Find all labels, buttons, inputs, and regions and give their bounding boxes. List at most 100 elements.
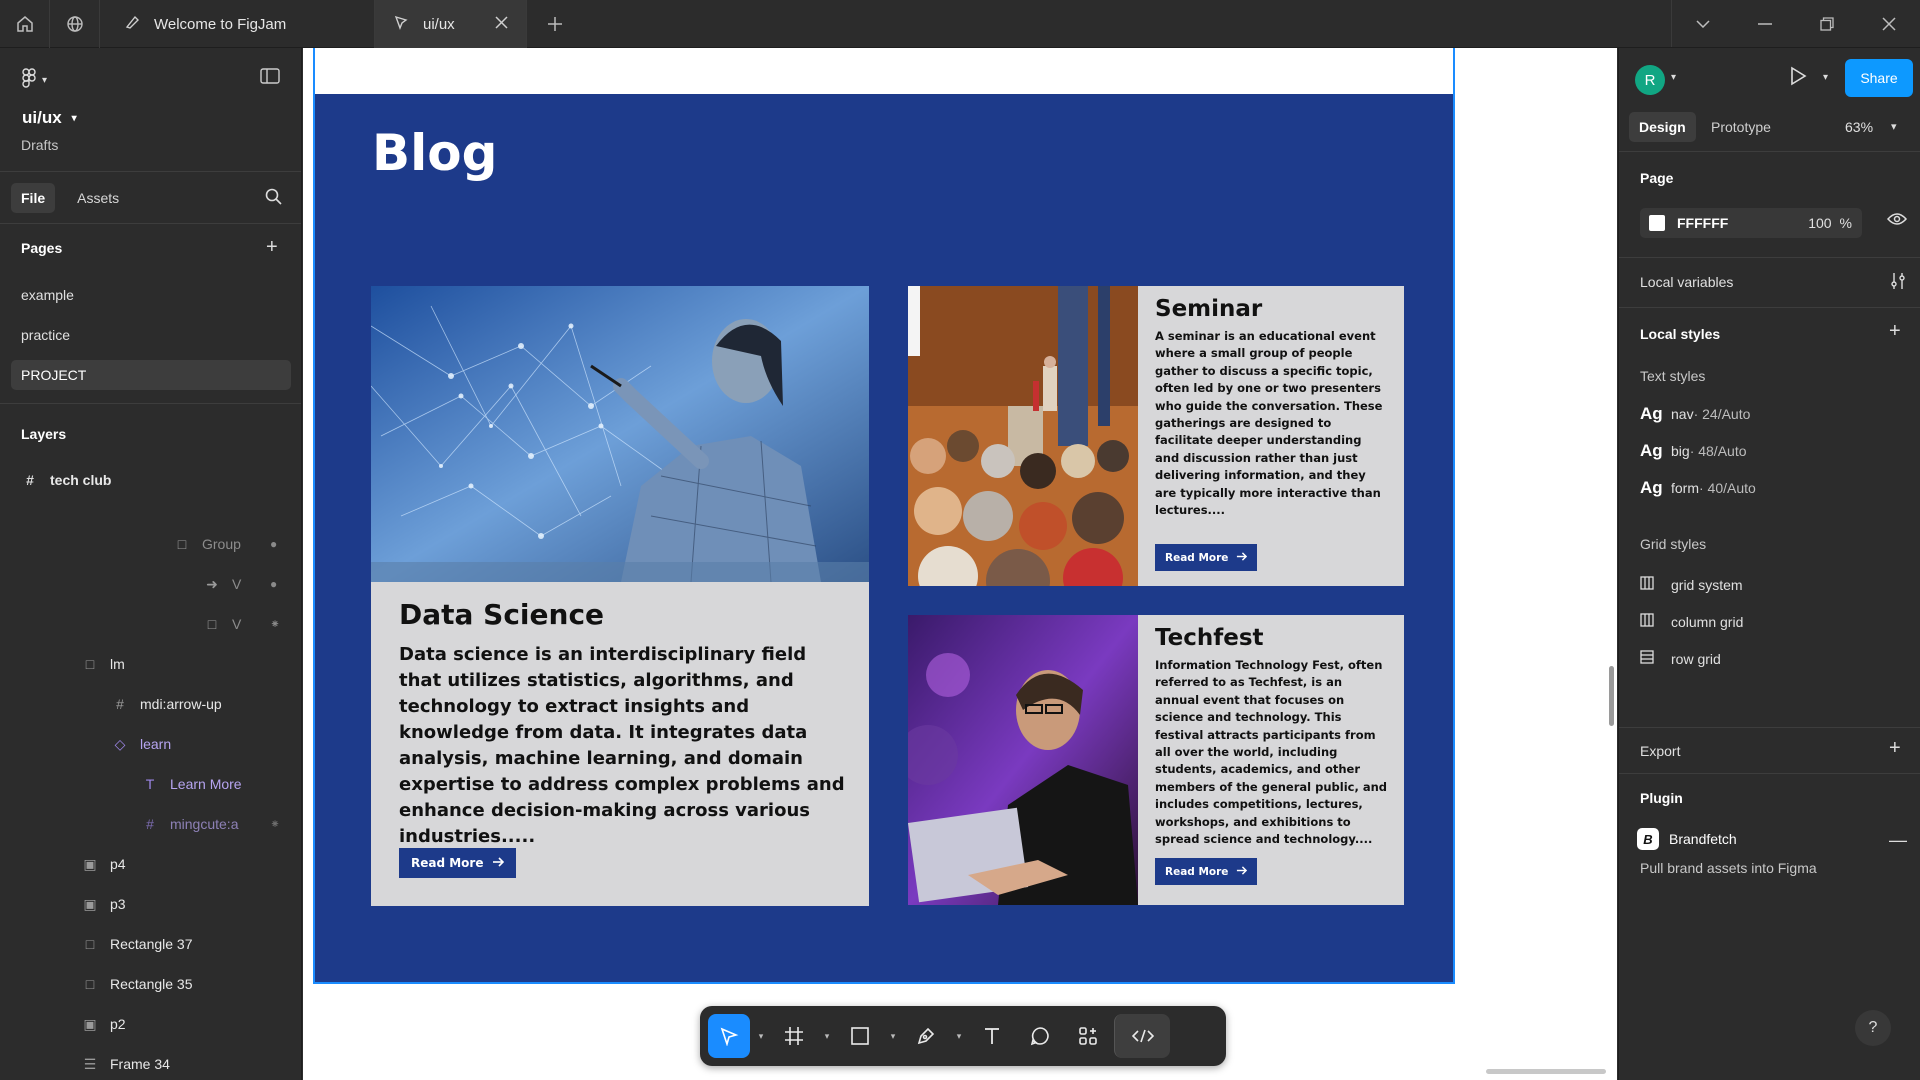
layer-rectangle-35[interactable]: □ Rectangle 35 — [0, 966, 300, 1002]
card-body: Data science is an interdisciplinary fie… — [399, 644, 845, 847]
file-name-button[interactable]: ui/ux ▾ — [22, 108, 77, 128]
remove-plugin-icon[interactable]: — — [1889, 830, 1907, 851]
community-globe-icon[interactable] — [50, 0, 100, 48]
text-style-nav[interactable]: Ag nav · 24/Auto — [1640, 404, 1750, 424]
layer-p4[interactable]: ▣ p4 — [0, 846, 300, 882]
layer-learn[interactable]: ◇ learn — [0, 726, 300, 762]
move-tool-button[interactable] — [708, 1014, 750, 1058]
text-style-form[interactable]: Ag form · 40/Auto — [1640, 478, 1756, 498]
comment-tool-icon[interactable] — [1018, 1014, 1062, 1058]
layer-p2[interactable]: ▣ p2 — [0, 1006, 300, 1042]
resources-tool-icon[interactable] — [1066, 1014, 1110, 1058]
chevron-down-icon[interactable]: ▾ — [754, 1014, 768, 1058]
local-variables-label[interactable]: Local variables — [1640, 274, 1733, 290]
close-tab-icon[interactable] — [495, 15, 508, 33]
plugin-brandfetch[interactable]: B Brandfetch — [1637, 828, 1737, 850]
page-item-practice[interactable]: practice — [11, 320, 291, 350]
chevron-down-icon[interactable]: ▾ — [1891, 120, 1897, 133]
figma-logo-icon — [22, 68, 36, 93]
layer-label: Frame 34 — [110, 1056, 170, 1072]
toggle-sidebar-icon[interactable] — [260, 68, 280, 89]
avatar[interactable]: R — [1635, 65, 1665, 95]
grid-style-grid-system[interactable]: grid system — [1640, 576, 1743, 593]
page-color-hex[interactable]: FFFFFF — [1677, 215, 1728, 231]
layer-group[interactable]: □ Group ● — [0, 526, 300, 562]
home-icon[interactable] — [0, 0, 50, 48]
search-icon[interactable] — [265, 188, 282, 210]
file-location[interactable]: Drafts — [21, 137, 58, 153]
rectangle-tool-icon[interactable] — [838, 1014, 882, 1058]
design-canvas[interactable]: Blog Data Science Data science is an int… — [303, 48, 1617, 1080]
pen-tool-icon[interactable] — [904, 1014, 948, 1058]
tab-design[interactable]: Design — [1629, 112, 1696, 142]
chevron-down-icon[interactable]: ▾ — [886, 1014, 900, 1058]
card-seminar[interactable]: Seminar A seminar is an educational even… — [908, 286, 1404, 586]
minimize-icon[interactable] — [1734, 0, 1796, 48]
hidden-eye-icon[interactable]: ⁕ — [270, 817, 280, 831]
frame-top-area[interactable] — [313, 48, 1455, 94]
page-opacity[interactable]: 100 — [1808, 215, 1831, 231]
chevron-down-icon[interactable]: ▾ — [952, 1014, 966, 1058]
layer-mdi-arrow-up[interactable]: # mdi:arrow-up — [0, 686, 300, 722]
present-play-icon[interactable] — [1789, 66, 1807, 91]
brandfetch-logo-icon: B — [1637, 828, 1659, 850]
add-style-icon[interactable]: + — [1889, 320, 1901, 343]
card-techfest[interactable]: Techfest Information Technology Fest, of… — [908, 615, 1404, 905]
export-section[interactable]: Export + — [1619, 728, 1920, 774]
layer-v-arrow[interactable]: ➜ V ● — [0, 566, 300, 602]
tab-assets[interactable]: Assets — [67, 183, 129, 213]
layer-frame-34[interactable]: ☰ Frame 34 — [0, 1046, 300, 1080]
variables-adjust-icon[interactable] — [1889, 272, 1907, 296]
blog-section-frame[interactable]: Blog Data Science Data science is an int… — [313, 94, 1455, 984]
chevron-down-icon[interactable]: ▾ — [820, 1014, 834, 1058]
page-color-field[interactable]: FFFFFF 100 % — [1640, 208, 1862, 238]
add-export-icon[interactable]: + — [1889, 737, 1901, 760]
tab-welcome-to-figjam[interactable]: Welcome to FigJam — [100, 0, 375, 48]
chevron-down-icon[interactable] — [1672, 0, 1734, 48]
plugin-name: Brandfetch — [1669, 831, 1737, 847]
hidden-eye-icon[interactable]: ⁕ — [270, 617, 280, 631]
horizontal-scrollbar[interactable] — [1486, 1069, 1606, 1074]
page-item-project[interactable]: PROJECT — [11, 360, 291, 390]
new-tab-button[interactable] — [527, 0, 583, 48]
add-page-icon[interactable]: + — [266, 236, 278, 259]
figjam-pen-icon — [124, 14, 140, 34]
grid-style-row-grid[interactable]: row grid — [1640, 650, 1721, 667]
zoom-level[interactable]: 63% — [1845, 119, 1873, 135]
tab-file[interactable]: File — [11, 182, 56, 213]
text-tool-icon[interactable] — [970, 1014, 1014, 1058]
read-more-button[interactable]: Read More — [1155, 858, 1258, 885]
layer-mingcute[interactable]: # mingcute:a ⁕ — [0, 806, 300, 842]
visibility-eye-icon[interactable] — [1886, 212, 1908, 231]
read-more-button[interactable]: Read More — [399, 848, 516, 878]
color-swatch[interactable] — [1649, 215, 1665, 231]
dev-mode-toggle-icon[interactable] — [1114, 1014, 1170, 1058]
text-style-big[interactable]: Ag big · 48/Auto — [1640, 441, 1747, 461]
layer-v-rect[interactable]: □ V ⁕ — [0, 606, 300, 642]
chevron-down-icon[interactable]: ▾ — [1671, 72, 1676, 83]
read-more-button[interactable]: Read More — [1155, 544, 1258, 571]
tab-prototype[interactable]: Prototype — [1701, 112, 1781, 142]
page-item-example[interactable]: example — [11, 280, 291, 310]
opacity-unit: % — [1839, 215, 1852, 231]
chevron-down-icon[interactable]: ▾ — [1823, 72, 1828, 83]
close-window-icon[interactable] — [1858, 0, 1920, 48]
visibility-dot-icon[interactable]: ● — [270, 577, 277, 591]
local-variables-section[interactable]: Local variables — [1619, 258, 1920, 308]
tab-ui-ux[interactable]: ui/ux — [375, 0, 527, 48]
layer-rectangle-37[interactable]: □ Rectangle 37 — [0, 926, 300, 962]
main-menu-button[interactable]: ▾ — [22, 68, 47, 93]
frame-tool-icon[interactable] — [772, 1014, 816, 1058]
card-data-science[interactable]: Data Science Data science is an interdis… — [371, 286, 869, 906]
layer-tech-club[interactable]: # tech club — [0, 462, 300, 498]
help-button[interactable]: ? — [1855, 1010, 1891, 1046]
layer-lm[interactable]: □ lm — [0, 646, 300, 682]
share-button[interactable]: Share — [1845, 59, 1913, 97]
layer-learn-more[interactable]: T Learn More — [0, 766, 300, 802]
grid-style-column-grid[interactable]: column grid — [1640, 613, 1743, 630]
vertical-scrollbar[interactable] — [1609, 666, 1614, 726]
layer-label: Rectangle 37 — [110, 936, 193, 952]
restore-icon[interactable] — [1796, 0, 1858, 48]
layer-p3[interactable]: ▣ p3 — [0, 886, 300, 922]
visibility-dot-icon[interactable]: ● — [270, 537, 277, 551]
